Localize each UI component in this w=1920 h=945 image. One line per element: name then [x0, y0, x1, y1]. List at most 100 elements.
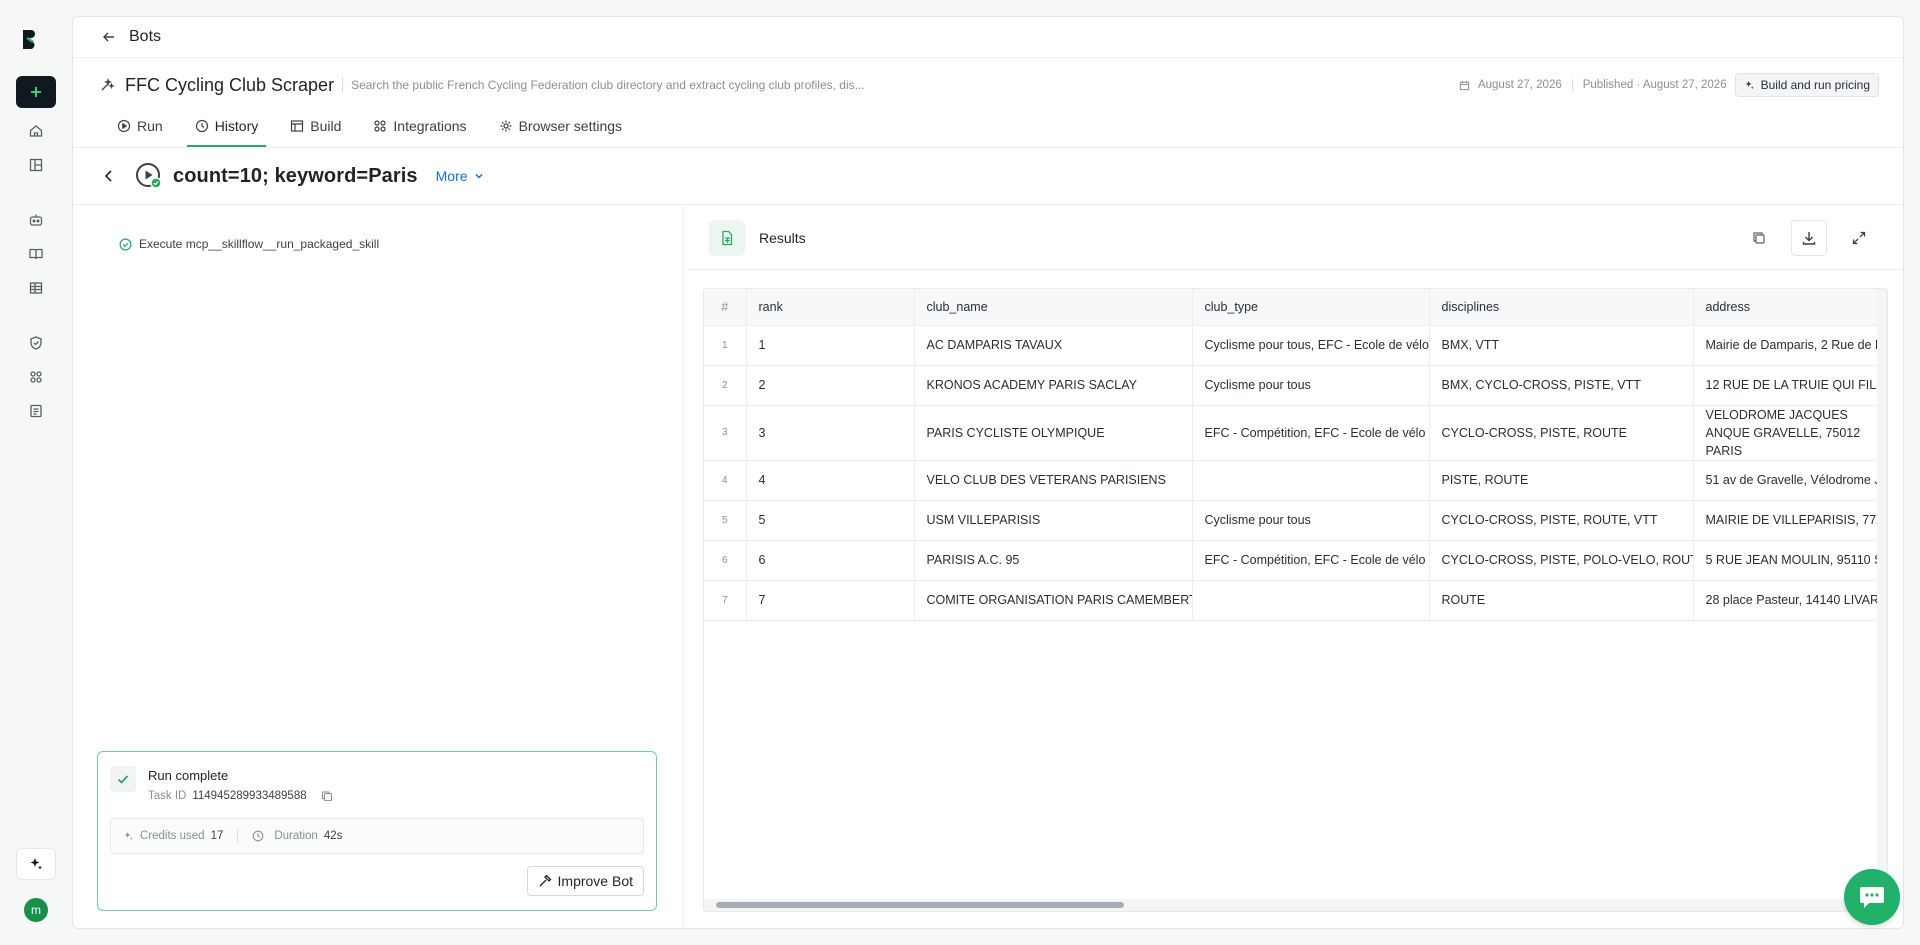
cell-club-type: Cyclisme pour tous, EFC - Ecole de vélo — [1192, 325, 1430, 366]
table-row[interactable]: 6 6 PARISIS A.C. 95 EFC - Compétition, E… — [704, 540, 1887, 581]
cell-rank: 7 — [746, 580, 915, 621]
run-status-text: Run complete — [148, 768, 229, 783]
copy-icon[interactable] — [321, 790, 333, 802]
results-table: # rank club_name club_type disciplines a… — [704, 289, 1887, 621]
column-header[interactable]: rank — [746, 289, 915, 326]
cell-address: 5 RUE JEAN MOULIN, 95110 SA — [1693, 540, 1887, 581]
back-to-bots-link[interactable]: Bots — [129, 28, 161, 46]
copy-results-button[interactable] — [1741, 220, 1777, 256]
expand-icon[interactable] — [1841, 220, 1877, 256]
step-label: Execute mcp__skillflow__run_packaged_ski… — [139, 237, 380, 251]
cell-address: 28 place Pasteur, 14140 LIVARO — [1693, 580, 1887, 621]
tab-bar: Run History Build Integrations Browser s… — [109, 118, 646, 147]
cell-address: MAIRIE DE VILLEPARISIS, 7727 — [1693, 500, 1887, 541]
tab-browser-settings[interactable]: Browser settings — [491, 118, 630, 147]
cell-club-type: Cyclisme pour tous — [1192, 500, 1430, 541]
grid-icon — [373, 119, 387, 133]
check-icon — [110, 766, 136, 792]
more-label: More — [435, 168, 468, 184]
table-row[interactable]: 1 1 AC DAMPARIS TAVAUX Cyclisme pour tou… — [704, 325, 1887, 366]
column-header[interactable]: club_type — [1192, 289, 1430, 326]
table-row[interactable]: 3 3 PARIS CYCLISTE OLYMPIQUE EFC - Compé… — [704, 405, 1887, 461]
table-header-row: # rank club_name club_type disciplines a… — [704, 289, 1887, 326]
step-item[interactable]: Execute mcp__skillflow__run_packaged_ski… — [119, 237, 379, 251]
results-table-container[interactable]: # rank club_name club_type disciplines a… — [703, 288, 1888, 912]
download-results-button[interactable] — [1791, 220, 1827, 256]
cell-rank: 5 — [746, 500, 915, 541]
cell-club-name: PARIS CYCLISTE OLYMPIQUE — [914, 405, 1193, 461]
chevron-left-icon[interactable] — [101, 168, 117, 184]
user-avatar[interactable]: m — [24, 898, 48, 922]
spreadsheet-icon — [709, 219, 745, 256]
cell-club-type — [1192, 460, 1430, 501]
bot-description: Search the public French Cycling Federat… — [351, 78, 865, 92]
duration-label: Duration — [274, 830, 318, 842]
column-header[interactable]: address — [1693, 289, 1887, 326]
chat-support-button[interactable] — [1844, 869, 1900, 925]
cell-rank: 4 — [746, 460, 915, 501]
divider — [342, 77, 344, 93]
run-title: count=10; keyword=Paris — [173, 164, 418, 187]
bot-icon[interactable] — [26, 210, 46, 230]
home-icon[interactable] — [26, 121, 46, 141]
more-dropdown[interactable]: More — [436, 168, 484, 184]
tab-history[interactable]: History — [186, 118, 267, 147]
table-icon[interactable] — [26, 278, 46, 298]
vertical-scrollbar[interactable] — [1877, 289, 1887, 911]
build-run-pricing-button[interactable]: Build and run pricing — [1734, 73, 1879, 97]
credits-label: Credits used — [140, 830, 205, 842]
cell-address: 12 RUE DE LA TRUIE QUI FILE, — [1693, 365, 1887, 406]
tab-label: Browser settings — [518, 118, 623, 134]
left-rail: m — [0, 0, 72, 945]
improve-bot-button[interactable]: Improve Bot — [526, 866, 644, 896]
column-header[interactable]: # — [704, 289, 747, 326]
tab-run[interactable]: Run — [109, 118, 171, 147]
logs-icon[interactable] — [26, 401, 46, 421]
back-arrow-icon[interactable] — [101, 29, 117, 45]
dashboard-icon[interactable] — [26, 155, 46, 175]
cell-rank: 6 — [746, 540, 915, 581]
row-number: 7 — [704, 580, 747, 621]
shield-icon[interactable] — [26, 333, 46, 353]
cell-disciplines: ROUTE — [1429, 580, 1694, 621]
column-header[interactable]: disciplines — [1429, 289, 1694, 326]
tab-integrations[interactable]: Integrations — [365, 118, 474, 147]
book-icon[interactable] — [26, 244, 46, 264]
cell-club-name: PARISIS A.C. 95 — [914, 540, 1193, 581]
table-row[interactable]: 2 2 KRONOS ACADEMY PARIS SACLAY Cyclisme… — [704, 365, 1887, 406]
pricing-button-label: Build and run pricing — [1760, 78, 1870, 92]
run-stats: Credits used 17 Duration 42s — [110, 818, 644, 854]
run-complete-card: Run complete Task ID 114945289933489588 … — [97, 751, 657, 911]
improve-bot-label: Improve Bot — [557, 873, 633, 889]
column-header[interactable]: club_name — [914, 289, 1193, 326]
cell-disciplines: BMX, VTT — [1429, 325, 1694, 366]
new-bot-button[interactable] — [16, 76, 56, 108]
table-row[interactable]: 7 7 COMITE ORGANISATION PARIS CAMEMBERT … — [704, 580, 1887, 621]
horizontal-scrollbar[interactable] — [704, 899, 1887, 911]
scrollbar-thumb[interactable] — [716, 902, 1124, 908]
cell-club-name: AC DAMPARIS TAVAUX — [914, 325, 1193, 366]
steps-panel: Execute mcp__skillflow__run_packaged_ski… — [73, 206, 684, 928]
ai-assistant-button[interactable] — [16, 848, 56, 880]
table-row[interactable]: 4 4 VELO CLUB DES VETERANS PARISIENS PIS… — [704, 460, 1887, 501]
row-number: 1 — [704, 325, 747, 366]
layout-icon — [290, 119, 304, 133]
sparkle-icon — [123, 831, 134, 842]
table-row[interactable]: 5 5 USM VILLEPARISIS Cyclisme pour tous … — [704, 500, 1887, 541]
app-logo-icon[interactable] — [20, 28, 38, 50]
magic-wand-icon — [99, 77, 115, 93]
cell-rank: 3 — [746, 405, 915, 461]
check-circle-icon — [119, 238, 132, 251]
bot-name: FFC Cycling Club Scraper — [125, 74, 335, 95]
cell-club-name: USM VILLEPARISIS — [914, 500, 1193, 541]
apps-icon[interactable] — [26, 367, 46, 387]
cell-disciplines: CYCLO-CROSS, PISTE, ROUTE — [1429, 405, 1694, 461]
cell-address: Mairie de Damparis, 2 Rue de Bo — [1693, 325, 1887, 366]
cell-club-type: EFC - Compétition, EFC - Ecole de vélo — [1192, 540, 1430, 581]
cell-rank: 2 — [746, 365, 915, 406]
created-date: August 27, 2026 — [1477, 79, 1562, 91]
cell-club-type — [1192, 580, 1430, 621]
row-number: 3 — [704, 405, 747, 461]
cell-disciplines: PISTE, ROUTE — [1429, 460, 1694, 501]
tab-build[interactable]: Build — [282, 118, 349, 147]
